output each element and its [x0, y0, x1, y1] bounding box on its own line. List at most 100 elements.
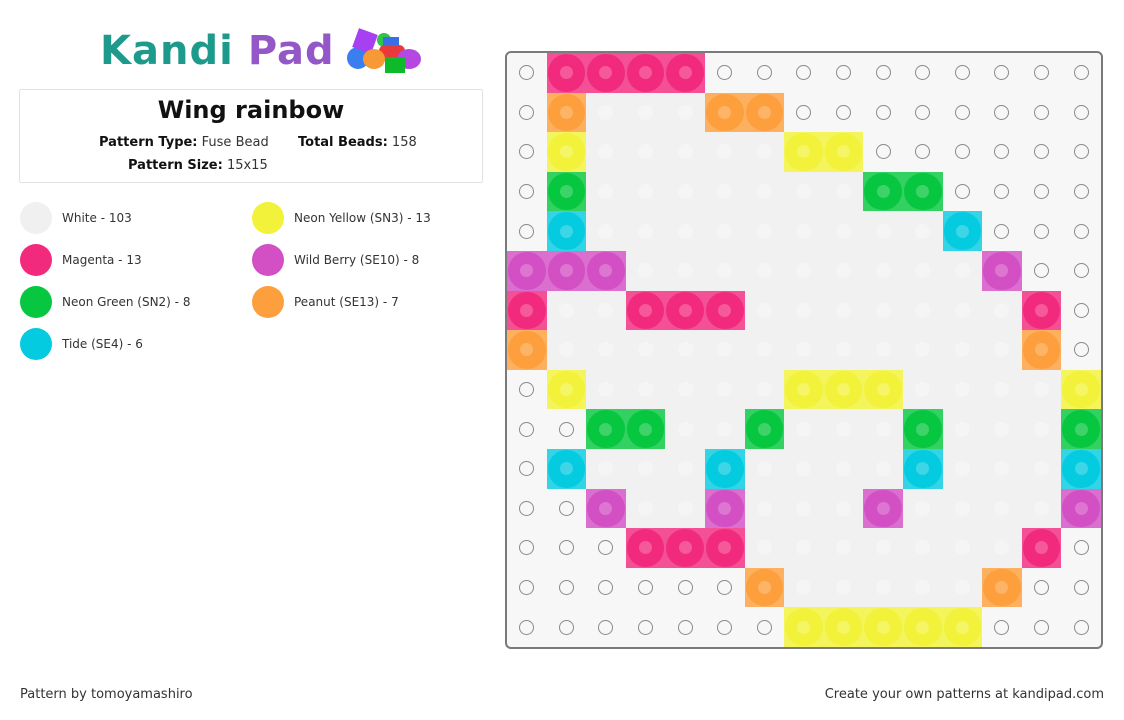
bead-hole [875, 342, 891, 358]
bead-hole [836, 421, 852, 437]
empty-peg [507, 93, 547, 133]
bead-hole [718, 501, 732, 515]
empty-peg [745, 53, 785, 93]
empty-peg [586, 528, 626, 568]
bead-hole [1034, 461, 1050, 477]
bead-hole [638, 104, 654, 120]
bead-hole [797, 145, 811, 159]
bead-ring [983, 568, 1021, 607]
bead-ring [864, 608, 902, 646]
bead-hole [598, 104, 614, 120]
bead [546, 369, 587, 410]
bead-hole [559, 105, 573, 119]
bead-ring [745, 93, 784, 132]
bead-hole [678, 303, 692, 317]
bead [546, 290, 587, 331]
bead [744, 171, 785, 212]
empty-peg [507, 370, 547, 410]
bead [546, 132, 587, 172]
bead [863, 369, 903, 410]
bead-hole [995, 264, 1009, 278]
bead-hole [994, 461, 1010, 477]
empty-peg [507, 528, 547, 568]
bead [823, 251, 864, 291]
empty-peg [1061, 93, 1101, 133]
legend-label: Tide (SE4) - 6 [62, 337, 143, 351]
kandipad-promo-link[interactable]: Create your own patterns at kandipad.com [825, 687, 1104, 702]
bead [546, 449, 587, 489]
empty-peg [784, 53, 824, 93]
bead-hole [717, 184, 733, 200]
bead-hole [638, 500, 654, 516]
bead [942, 488, 983, 529]
empty-peg [824, 93, 864, 133]
bead-hole [717, 144, 733, 160]
bead-hole [639, 422, 653, 436]
bead-hole [520, 303, 534, 317]
bead-hole [638, 342, 654, 358]
bead [1021, 409, 1062, 449]
bead-hole [796, 540, 812, 556]
bead-hole [954, 500, 970, 516]
bead-hole [796, 184, 812, 200]
kandipad-logo[interactable]: Kandi Pad [100, 26, 423, 76]
bead-hole [915, 580, 931, 596]
bead [625, 290, 666, 331]
bead-ring [547, 450, 586, 488]
bead-hole [677, 461, 693, 477]
bead-hole [954, 382, 970, 398]
bead-hole [756, 223, 772, 239]
bead-hole [876, 383, 890, 397]
bead-hole [954, 421, 970, 437]
bead [942, 330, 983, 370]
bead-ring [864, 172, 902, 211]
bead-hole [520, 343, 534, 357]
bead-hole [598, 144, 614, 160]
empty-peg [1022, 172, 1062, 212]
bead-ring [1022, 291, 1061, 330]
bead [784, 171, 824, 212]
empty-peg [863, 132, 903, 172]
bead-ring [824, 370, 863, 409]
bead-ring [785, 370, 823, 409]
bead-ring [745, 568, 784, 607]
bead-hole [678, 66, 692, 80]
bead-ring [1062, 370, 1100, 409]
bead [863, 488, 903, 529]
empty-peg [982, 211, 1022, 251]
bead-hole [677, 223, 693, 239]
logo-text-pad: Pad [247, 28, 335, 74]
empty-peg [1061, 211, 1101, 251]
bead-ring [904, 608, 942, 646]
empty-peg [1061, 568, 1101, 608]
color-swatch [20, 244, 52, 276]
legend-label: White - 103 [62, 211, 132, 225]
bead-hole [599, 422, 613, 436]
bead-hole [1035, 343, 1049, 357]
legend-item: Neon Green (SN2) - 8 [20, 286, 190, 318]
bead [744, 369, 785, 410]
bead [903, 567, 943, 608]
empty-peg [626, 607, 666, 647]
bead-hole [638, 144, 654, 160]
bead-hole [875, 421, 891, 437]
legend-item: Magenta - 13 [20, 244, 142, 276]
empty-peg [507, 53, 547, 93]
bead-ring [508, 252, 546, 290]
bead-hole [599, 501, 613, 515]
pattern-info-card: Wing rainbow Pattern Type: Fuse Bead Tot… [19, 89, 483, 183]
bead-ring [706, 489, 744, 528]
bead-hole [677, 500, 693, 516]
bead [586, 171, 626, 212]
bead-hole [875, 223, 891, 239]
bead-hole [756, 144, 772, 160]
bead [784, 251, 824, 291]
empty-peg [943, 132, 983, 172]
bead [665, 251, 705, 291]
bead [586, 132, 626, 172]
bead [546, 211, 587, 251]
bead-hole [796, 461, 812, 477]
bead [863, 567, 903, 608]
legend-item: Tide (SE4) - 6 [20, 328, 143, 360]
bead-hole [677, 342, 693, 358]
